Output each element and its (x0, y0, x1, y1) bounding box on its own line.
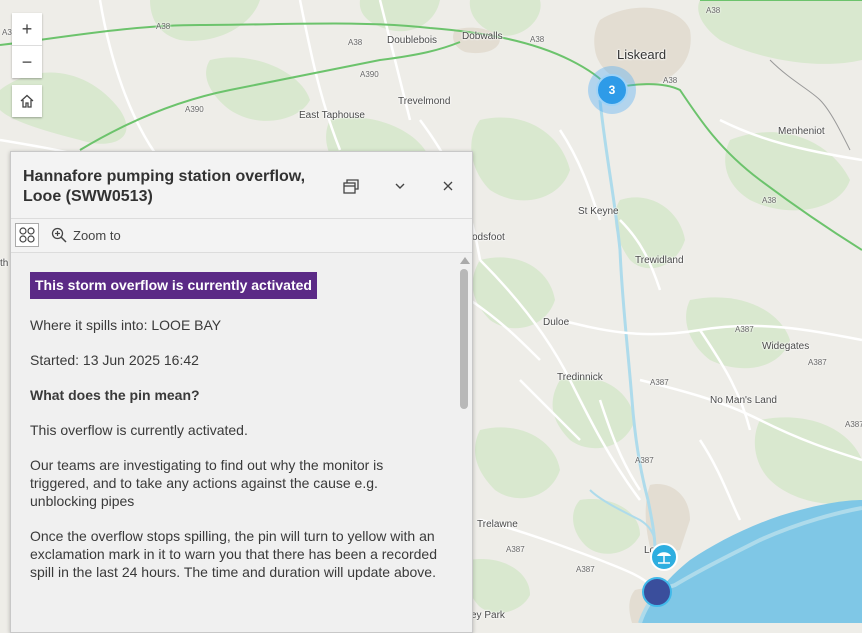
zoom-in-magnifier-icon (51, 227, 67, 243)
place-label: th (0, 258, 9, 269)
place-label: Duloe (543, 317, 570, 328)
road-label: A387 (635, 456, 654, 465)
place-label: Trelawne (477, 519, 518, 530)
road-label: A390 (360, 70, 379, 79)
actions-menu-button[interactable] (15, 223, 39, 247)
pin-meaning-heading: What does the pin mean? (30, 387, 200, 403)
popup-header: Hannafore pumping station overflow, Looe… (11, 152, 472, 219)
pin-meaning-text: This overflow is currently activated. (30, 422, 248, 438)
started-text: Started: 13 Jun 2025 16:42 (30, 352, 199, 368)
zoom-out-button[interactable]: − (12, 45, 42, 78)
place-label: St Keyne (578, 206, 619, 217)
scroll-up-arrow-icon[interactable] (460, 257, 470, 264)
zoom-to-button[interactable]: Zoom to (51, 227, 121, 243)
zoom-controls: + − (12, 13, 42, 78)
place-label: Tredinnick (557, 372, 603, 383)
overflow-stops-text: Once the overflow stops spilling, the pi… (30, 528, 437, 580)
dock-icon[interactable] (339, 174, 363, 198)
feature-popup: Hannafore pumping station overflow, Looe… (10, 151, 473, 633)
road-label: A387 (506, 545, 525, 554)
close-icon[interactable] (436, 174, 460, 198)
place-label: Liskeard (617, 47, 667, 62)
home-control (12, 85, 42, 117)
place-label: Widegates (762, 341, 810, 352)
home-button[interactable] (12, 85, 42, 117)
circles-grid-icon (19, 227, 35, 243)
scroll-thumb[interactable] (460, 269, 468, 409)
road-label: A38 (530, 35, 545, 44)
road-label: A387 (650, 378, 669, 387)
spills-into-text: Where it spills into: LOOE BAY (30, 317, 222, 333)
road-label: A387 (845, 420, 862, 429)
road-label: A38 (663, 76, 678, 85)
status-badge: This storm overflow is currently activat… (30, 272, 317, 299)
road-label: A38 (762, 196, 777, 205)
popup-scrollbar[interactable] (457, 253, 471, 633)
road-label: A38 (706, 6, 721, 15)
place-label: Trewidland (635, 255, 684, 266)
road-label: A38 (348, 38, 363, 47)
road-label: A387 (735, 325, 754, 334)
place-label: Trevelmond (398, 96, 451, 107)
overflow-pin-marker[interactable] (642, 577, 672, 607)
investigating-text: Our teams are investigating to find out … (30, 457, 384, 509)
place-label: Doublebois (387, 35, 438, 46)
zoom-in-button[interactable]: + (12, 13, 42, 45)
place-label: East Taphouse (299, 110, 365, 121)
popup-content: This storm overflow is currently activat… (11, 253, 457, 633)
popup-title: Hannafore pumping station overflow, Looe… (23, 168, 306, 205)
place-label: Menheniot (778, 126, 825, 137)
zoom-to-label: Zoom to (73, 227, 121, 243)
place-label: odsfoot (472, 232, 505, 243)
road-label: A390 (185, 105, 204, 114)
road-label: A387 (576, 565, 595, 574)
place-label: Dobwalls (462, 31, 503, 42)
road-label: A38 (156, 22, 171, 31)
home-icon (20, 94, 34, 108)
place-label: No Man's Land (710, 395, 777, 406)
road-label: A387 (808, 358, 827, 367)
chevron-down-icon[interactable] (388, 174, 412, 198)
popup-toolbar: Zoom to (11, 219, 472, 253)
place-label: ey Park (471, 610, 505, 621)
cluster-marker[interactable]: 3 (588, 66, 636, 114)
cluster-count: 3 (596, 74, 628, 106)
beach-umbrella-icon[interactable] (650, 543, 678, 571)
